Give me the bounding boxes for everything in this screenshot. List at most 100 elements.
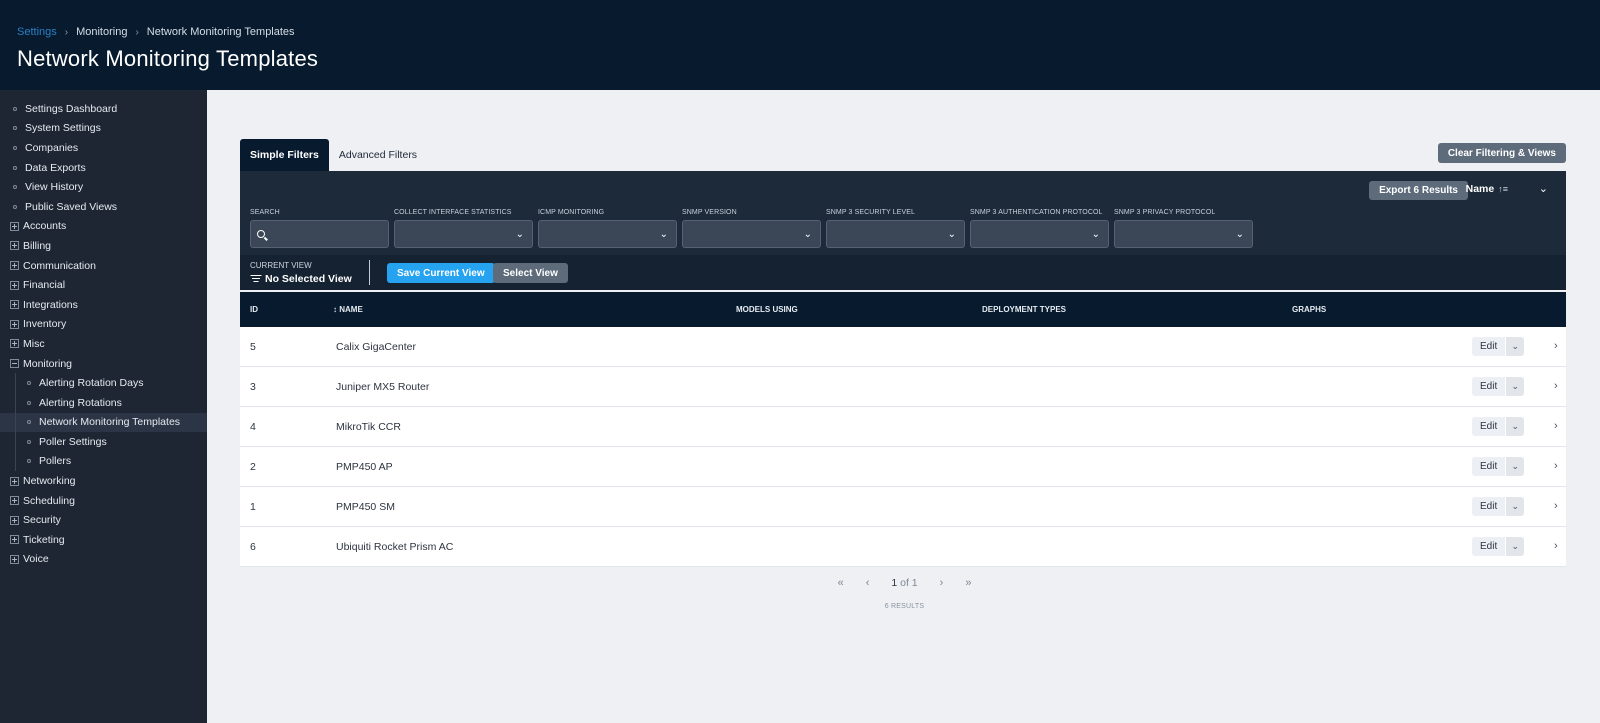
sidebar-item-label: Companies (25, 141, 79, 154)
breadcrumb-current: Network Monitoring Templates (146, 26, 295, 38)
save-current-view-button[interactable]: Save Current View (387, 263, 495, 283)
edit-button[interactable]: Edit (1472, 497, 1506, 516)
tab-simple-filters[interactable]: Simple Filters (240, 139, 329, 171)
expand-plus-icon[interactable] (10, 319, 19, 329)
current-page: 1 (891, 577, 898, 589)
sort-selector[interactable]: Name ↑≡ (1466, 183, 1508, 195)
edit-button[interactable]: Edit (1472, 377, 1506, 396)
filter-select[interactable]: ⌄ (394, 220, 533, 248)
chevron-down-icon[interactable]: ⌄ (1506, 377, 1525, 396)
sidebar-item[interactable]: Alerting Rotations (0, 392, 207, 413)
first-page-button[interactable]: « (838, 577, 844, 589)
column-header-graphs[interactable]: Graphs (1292, 305, 1326, 314)
expand-plus-icon[interactable] (10, 515, 19, 525)
chevron-right-icon[interactable]: › (1554, 540, 1558, 552)
expand-plus-icon[interactable] (10, 496, 19, 506)
expand-plus-icon[interactable] (10, 261, 19, 271)
row-id: 2 (250, 461, 256, 473)
filter-select[interactable]: ⌄ (826, 220, 965, 248)
tab-advanced-filters[interactable]: Advanced Filters (329, 139, 427, 171)
sidebar-item[interactable]: Pollers (0, 451, 207, 472)
chevron-down-icon[interactable]: ⌄ (1539, 182, 1548, 195)
table-row[interactable]: 4 MikroTik CCR Edit ⌄ › (240, 407, 1566, 447)
table-row[interactable]: 1 PMP450 SM Edit ⌄ › (240, 487, 1566, 527)
expand-plus-icon[interactable] (10, 241, 19, 251)
sidebar-item[interactable]: View History (0, 177, 207, 197)
search-field[interactable] (250, 220, 389, 248)
last-page-button[interactable]: » (965, 577, 971, 589)
sidebar-item[interactable]: System Settings (0, 119, 207, 139)
filter-select[interactable]: ⌄ (1114, 220, 1253, 248)
select-view-button[interactable]: Select View (493, 263, 568, 283)
chevron-down-icon[interactable]: ⌄ (1506, 497, 1525, 516)
sidebar-item[interactable]: Voice (0, 550, 207, 570)
sidebar-item[interactable]: Networking (0, 471, 207, 491)
expand-plus-icon[interactable] (10, 476, 19, 486)
edit-button[interactable]: Edit (1472, 337, 1506, 356)
chevron-right-icon[interactable]: › (1554, 460, 1558, 472)
edit-button-group: Edit ⌄ (1472, 497, 1525, 516)
filter-select[interactable]: ⌄ (970, 220, 1109, 248)
table-row[interactable]: 6 Ubiquiti Rocket Prism AC Edit ⌄ › (240, 527, 1566, 567)
column-header-name[interactable]: ↕ Name (333, 305, 363, 314)
column-header-id[interactable]: ID (250, 305, 258, 314)
sidebar-item[interactable]: Poller Settings (0, 432, 207, 452)
export-results-button[interactable]: Export 6 Results (1369, 181, 1468, 200)
sidebar-item[interactable]: Ticketing (0, 530, 207, 550)
prev-page-button[interactable]: ‹ (866, 577, 870, 589)
search-input[interactable] (269, 228, 379, 240)
filter-select[interactable]: ⌄ (538, 220, 677, 248)
table-row[interactable]: 3 Juniper MX5 Router Edit ⌄ › (240, 367, 1566, 407)
chevron-right-icon[interactable]: › (1554, 340, 1558, 352)
sidebar-item[interactable]: Monitoring (0, 354, 207, 374)
sidebar-item[interactable]: Accounts (0, 217, 207, 237)
filter-dropdown: Collect Interface Statistics ⌄ (394, 209, 533, 248)
row-id: 6 (250, 541, 256, 553)
table-row[interactable]: 2 PMP450 AP Edit ⌄ › (240, 447, 1566, 487)
filter-select[interactable]: ⌄ (682, 220, 821, 248)
sidebar-item[interactable]: Misc (0, 334, 207, 354)
sidebar-item[interactable]: Companies (0, 138, 207, 158)
breadcrumb-monitoring[interactable]: Monitoring (76, 26, 127, 38)
sidebar-item[interactable]: Data Exports (0, 158, 207, 178)
chevron-down-icon[interactable]: ⌄ (1506, 417, 1525, 436)
expand-plus-icon[interactable] (10, 554, 19, 564)
sidebar-item[interactable]: Integrations (0, 295, 207, 315)
sidebar-item[interactable]: Public Saved Views (0, 197, 207, 217)
column-header-models-using[interactable]: Models Using (736, 305, 798, 314)
expand-plus-icon[interactable] (10, 535, 19, 545)
sidebar-item[interactable]: Scheduling (0, 491, 207, 511)
sidebar-item[interactable]: Billing (0, 236, 207, 256)
chevron-right-icon[interactable]: › (1554, 380, 1558, 392)
table-row[interactable]: 5 Calix GigaCenter Edit ⌄ › (240, 327, 1566, 367)
filter-dropdown: SNMP Version ⌄ (682, 209, 821, 248)
sidebar-item[interactable]: Communication (0, 256, 207, 276)
sidebar-item[interactable]: Security (0, 510, 207, 530)
expand-plus-icon[interactable] (10, 280, 19, 290)
chevron-right-icon[interactable]: › (1554, 420, 1558, 432)
sidebar-item[interactable]: Inventory (0, 315, 207, 335)
sidebar-item[interactable]: Financial (0, 275, 207, 295)
bullet-icon (13, 145, 17, 150)
column-header-deployment-types[interactable]: Deployment Types (982, 305, 1066, 314)
templates-table: ID ↕ Name Models Using Deployment Types … (240, 292, 1566, 567)
sidebar-item[interactable]: Network Monitoring Templates (0, 412, 207, 433)
edit-button[interactable]: Edit (1472, 417, 1506, 436)
row-name: Ubiquiti Rocket Prism AC (336, 541, 454, 553)
edit-button[interactable]: Edit (1472, 457, 1506, 476)
sidebar-item[interactable]: Settings Dashboard (0, 99, 207, 119)
clear-filtering-button[interactable]: Clear Filtering & Views (1437, 143, 1566, 163)
chevron-down-icon[interactable]: ⌄ (1506, 337, 1525, 356)
chevron-down-icon[interactable]: ⌄ (1506, 457, 1525, 476)
edit-button[interactable]: Edit (1472, 537, 1506, 556)
collapse-minus-icon[interactable] (10, 359, 19, 369)
next-page-button[interactable]: › (940, 577, 944, 589)
chevron-right-icon[interactable]: › (1554, 500, 1558, 512)
breadcrumb-settings[interactable]: Settings (17, 26, 57, 38)
expand-plus-icon[interactable] (10, 221, 19, 231)
chevron-down-icon[interactable]: ⌄ (1506, 537, 1525, 556)
expand-plus-icon[interactable] (10, 339, 19, 349)
edit-button-group: Edit ⌄ (1472, 457, 1525, 476)
expand-plus-icon[interactable] (10, 300, 19, 310)
sidebar-item[interactable]: Alerting Rotation Days (0, 373, 207, 393)
